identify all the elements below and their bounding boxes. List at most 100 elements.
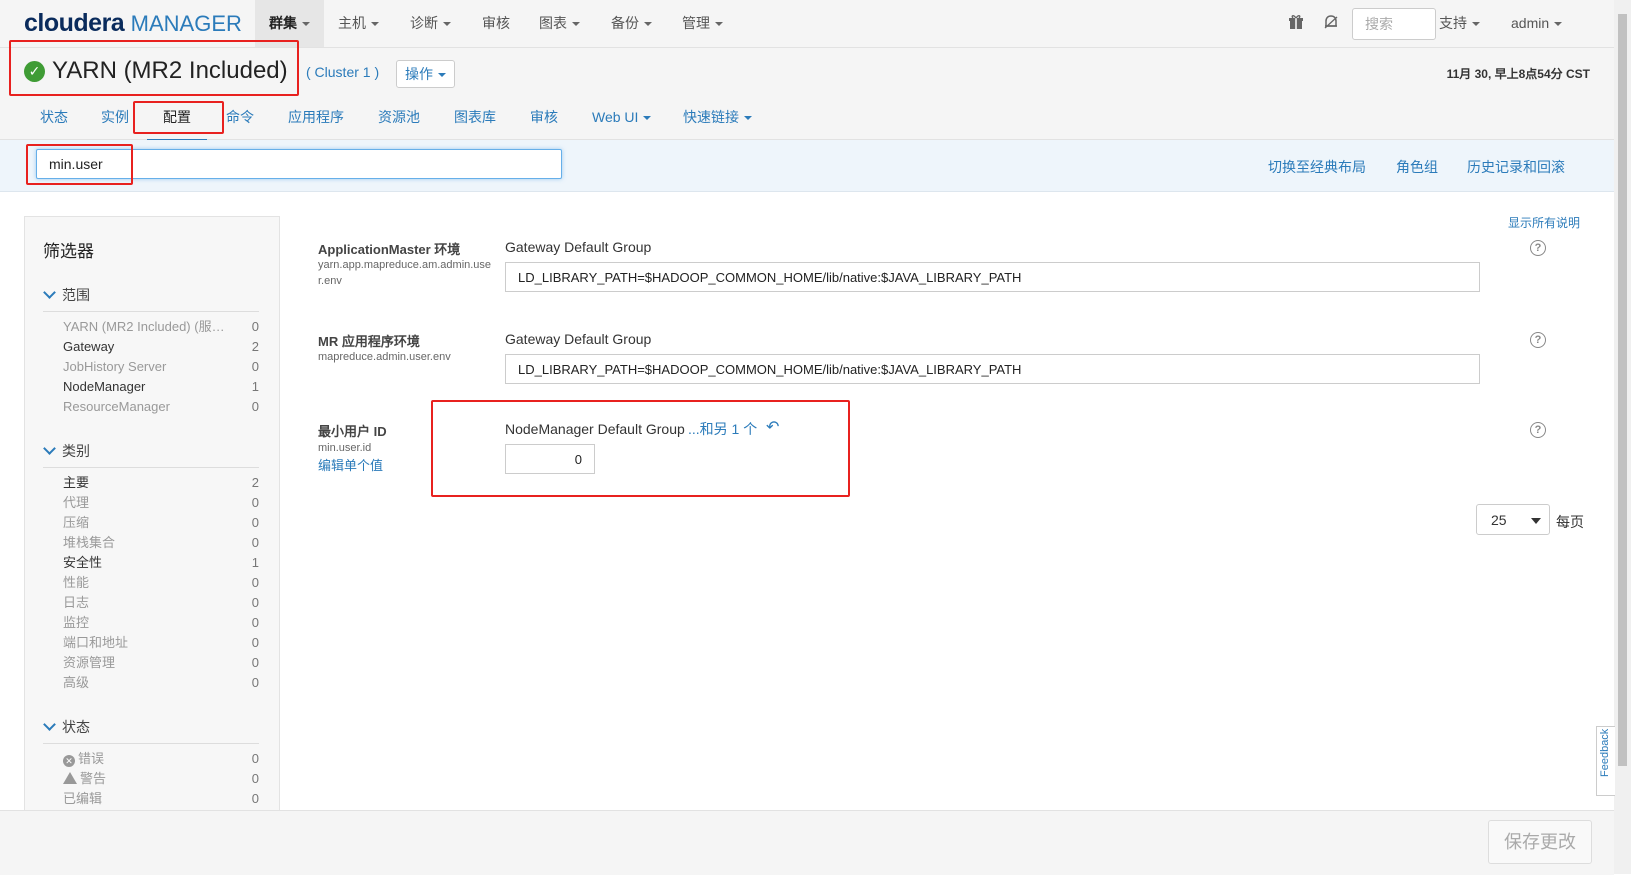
warning-icon <box>63 772 77 784</box>
tab-status[interactable]: 状态 <box>40 97 68 139</box>
top-navbar: cloudera MANAGER 群集 主机 诊断 审核 图表 备份 管理 搜索… <box>0 0 1614 48</box>
chevron-down-icon <box>744 116 752 121</box>
chevron-down-icon <box>371 22 379 27</box>
filter-title: 筛选器 <box>43 242 94 261</box>
tab-chart-library[interactable]: 图表库 <box>454 97 496 139</box>
chevron-down-icon <box>1531 518 1541 524</box>
tab-commands[interactable]: 命令 <box>226 97 254 139</box>
nav-backup[interactable]: 备份 <box>597 0 666 47</box>
help-icon[interactable]: ? <box>1530 422 1546 438</box>
tab-quick-links[interactable]: 快速链接 <box>683 97 752 139</box>
history-rollback-link[interactable]: 历史记录和回滚 <box>1467 157 1565 177</box>
filter-item[interactable]: 安全性 1 <box>63 554 259 572</box>
and-more-groups-link[interactable]: ...和另 1 个 <box>688 419 757 439</box>
property-value-input[interactable]: LD_LIBRARY_PATH=$HADOOP_COMMON_HOME/lib/… <box>505 262 1480 292</box>
chevron-down-icon <box>1472 22 1480 27</box>
filter-item[interactable]: 堆栈集合 0 <box>63 534 259 552</box>
config-search-input[interactable] <box>36 149 562 179</box>
scrollbar-thumb[interactable] <box>1618 14 1627 766</box>
filter-section-category[interactable]: 类别 <box>43 441 259 468</box>
notification-icon[interactable] <box>1322 14 1340 32</box>
nav-support[interactable]: 支持 <box>1425 0 1494 47</box>
property-key: yarn.app.mapreduce.am.admin.user.env <box>318 259 492 287</box>
filter-item[interactable]: Gateway 2 <box>63 338 259 356</box>
property-name: 最小用户 ID <box>318 424 387 439</box>
filter-item[interactable]: 资源管理 0 <box>63 654 259 672</box>
chevron-down-icon <box>1554 22 1563 27</box>
save-changes-button[interactable]: 保存更改 <box>1488 820 1592 864</box>
page-scrollbar[interactable] <box>1614 0 1631 874</box>
error-icon: ✕ <box>63 755 75 767</box>
chevron-down-icon <box>443 22 451 27</box>
filter-item[interactable]: 日志 0 <box>63 594 259 612</box>
filter-item[interactable]: ✕ 错误 0 <box>63 750 259 768</box>
chevron-down-icon <box>572 22 580 27</box>
help-icon[interactable]: ? <box>1530 240 1546 256</box>
actions-dropdown-button[interactable]: 操作 <box>396 60 455 88</box>
cloudera-logo[interactable]: cloudera MANAGER <box>24 9 242 38</box>
service-title: YARN (MR2 Included) <box>52 57 288 84</box>
chevron-down-icon <box>43 718 56 731</box>
chevron-down-icon <box>644 22 652 27</box>
nav-hosts[interactable]: 主机 <box>324 0 393 47</box>
help-icon[interactable]: ? <box>1530 332 1546 348</box>
tab-web-ui[interactable]: Web UI <box>592 97 652 139</box>
filter-item[interactable]: 端口和地址 0 <box>63 634 259 652</box>
filter-item[interactable]: 警告 0 <box>63 770 259 788</box>
nav-diagnostics[interactable]: 诊断 <box>396 0 465 47</box>
timestamp: 11月 30, 早上8点54分 CST <box>1446 67 1590 81</box>
property-key: mapreduce.admin.user.env <box>318 351 451 363</box>
nav-audits[interactable]: 审核 <box>468 0 524 47</box>
footer-bar: 保存更改 <box>0 810 1614 875</box>
gift-icon[interactable] <box>1287 14 1305 32</box>
filter-item[interactable]: 性能 0 <box>63 574 259 592</box>
config-search-bar: 切换至经典布局 角色组 历史记录和回滚 <box>0 140 1614 192</box>
nav-clusters[interactable]: 群集 <box>255 0 324 47</box>
feedback-tab[interactable]: Feedback <box>1596 726 1615 796</box>
property-value-input[interactable]: LD_LIBRARY_PATH=$HADOOP_COMMON_HOME/lib/… <box>505 354 1480 384</box>
cluster-link[interactable]: ( Cluster 1 ) <box>306 64 379 80</box>
undo-icon[interactable]: ↶ <box>766 417 779 437</box>
filter-item[interactable]: 代理 0 <box>63 494 259 512</box>
property-name: MR 应用程序环境 <box>318 334 420 349</box>
property-key: min.user.id <box>318 442 372 454</box>
chevron-down-icon <box>643 116 652 121</box>
filter-section-status[interactable]: 状态 <box>43 717 259 744</box>
check-circle-icon: ✓ <box>24 61 45 82</box>
chevron-down-icon <box>438 73 446 78</box>
nav-administration[interactable]: 管理 <box>668 0 737 47</box>
filter-section-scope[interactable]: 范围 <box>43 285 259 312</box>
filter-item[interactable]: ResourceManager 0 <box>63 398 259 416</box>
tab-resource-pools[interactable]: 资源池 <box>378 97 420 139</box>
nav-user-menu[interactable]: admin <box>1497 0 1576 47</box>
property-value-input[interactable]: 0 <box>505 444 595 474</box>
filter-item[interactable]: 主要 2 <box>63 474 259 492</box>
service-header: ✓ YARN (MR2 Included) ( Cluster 1 ) 操作 1… <box>0 48 1614 97</box>
nav-charts[interactable]: 图表 <box>525 0 594 47</box>
chevron-down-icon <box>43 442 56 455</box>
switch-classic-layout-link[interactable]: 切换至经典布局 <box>1268 157 1366 177</box>
filter-item[interactable]: 已编辑 0 <box>63 790 259 808</box>
role-group-label: Gateway Default Group <box>505 331 652 347</box>
filter-item[interactable]: NodeManager 1 <box>63 378 259 396</box>
tab-applications[interactable]: 应用程序 <box>288 97 344 139</box>
tab-configuration[interactable]: 配置 <box>147 97 207 142</box>
role-groups-link[interactable]: 角色组 <box>1396 157 1438 177</box>
filter-item[interactable]: 监控 0 <box>63 614 259 632</box>
tab-instances[interactable]: 实例 <box>101 97 129 139</box>
filter-item[interactable]: 压缩 0 <box>63 514 259 532</box>
global-search-input[interactable]: 搜索 <box>1352 8 1436 40</box>
edit-individual-values-link[interactable]: 编辑单个值 <box>318 455 383 474</box>
filter-item[interactable]: YARN (MR2 Included) (服务范围)0 <box>63 318 259 336</box>
role-group-label: Gateway Default Group <box>505 239 652 255</box>
tab-audits[interactable]: 审核 <box>530 97 558 139</box>
filter-item[interactable]: 高级 0 <box>63 674 259 692</box>
filter-item[interactable]: JobHistory Server 0 <box>63 358 259 376</box>
show-all-descriptions-link[interactable]: 显示所有说明 <box>1508 214 1580 231</box>
service-tabs: 状态 实例 配置 命令 应用程序 资源池 图表库 审核 Web UI 快速链接 <box>0 97 1614 142</box>
role-group-label: NodeManager Default Group <box>505 421 685 437</box>
per-page-label: 每页 <box>1556 514 1584 530</box>
property-name: ApplicationMaster 环境 <box>318 242 461 257</box>
chevron-down-icon <box>715 22 723 27</box>
per-page-select[interactable]: 25 <box>1476 504 1550 535</box>
